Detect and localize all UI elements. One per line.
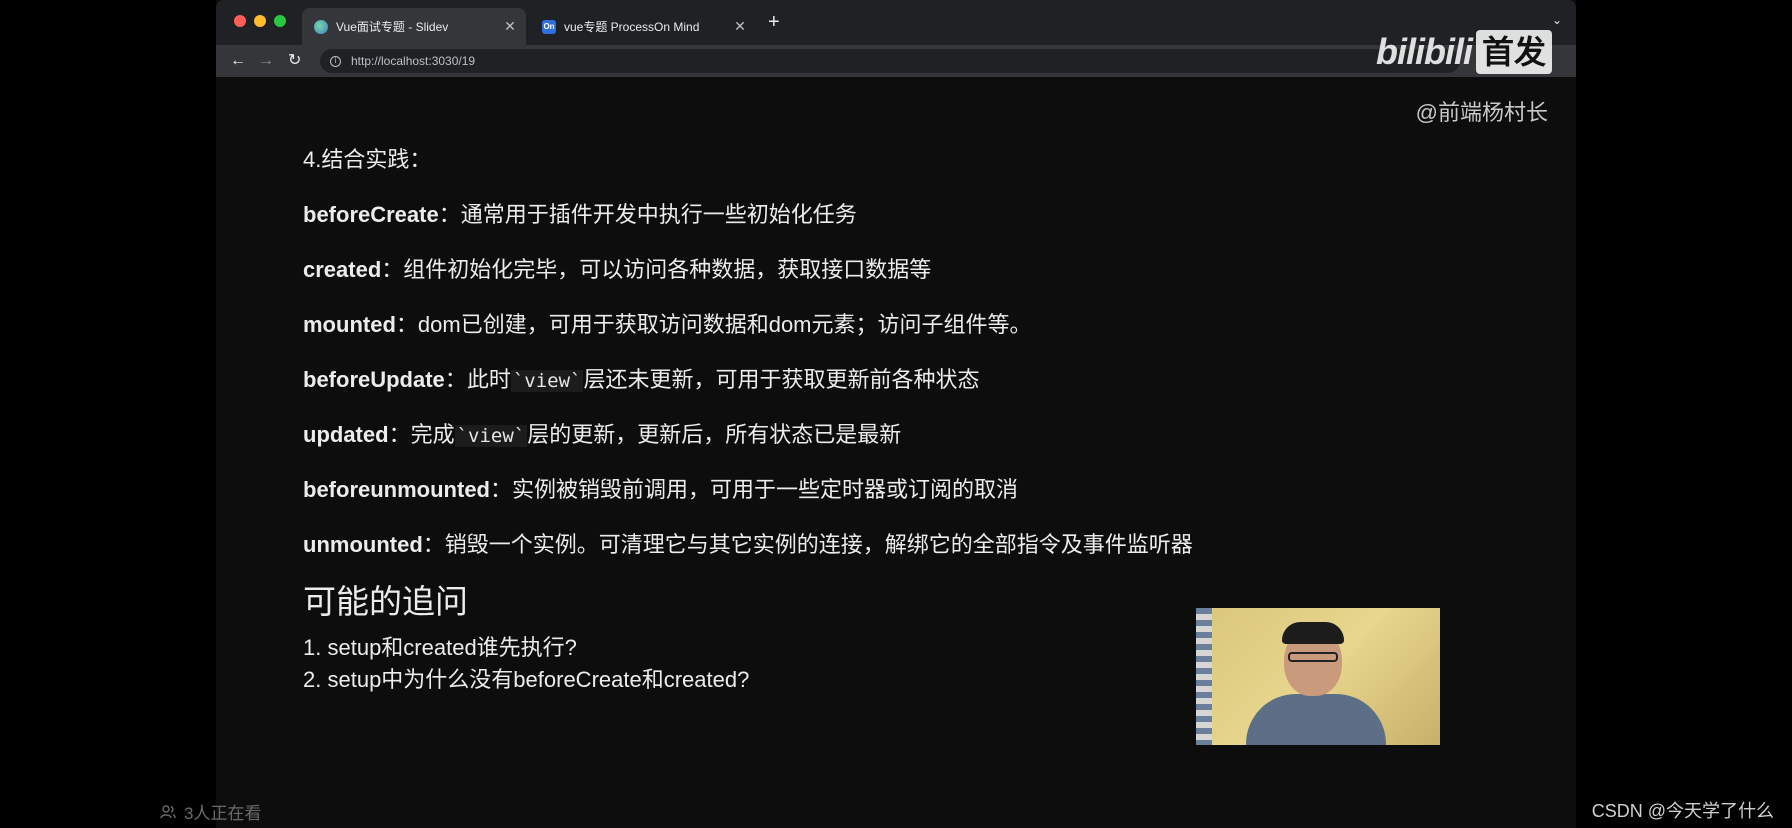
presenter-body bbox=[1246, 694, 1386, 745]
close-icon[interactable]: ✕ bbox=[500, 18, 520, 35]
reload-button[interactable]: ↻ bbox=[288, 51, 301, 71]
hook-sep: ： bbox=[444, 367, 467, 392]
hook-term: updated bbox=[303, 422, 389, 447]
chevron-down-icon[interactable]: ⌄ bbox=[1552, 13, 1562, 27]
new-tab-button[interactable]: + bbox=[768, 12, 780, 32]
hook-term: beforeCreate bbox=[303, 202, 439, 227]
hook-desc-pre: 完成 bbox=[410, 422, 455, 447]
tab-slidev[interactable]: Vue面试专题 - Slidev ✕ bbox=[302, 8, 526, 45]
address-bar[interactable]: i http://localhost:3030/19 bbox=[320, 49, 1460, 73]
back-button[interactable]: ← bbox=[230, 51, 246, 71]
hook-mounted: mounted：dom已创建，可用于获取访问数据和dom元素；访问子组件等。 bbox=[303, 310, 1503, 340]
tab-processon[interactable]: On vue专题 ProcessOn Mind ✕ bbox=[530, 8, 756, 45]
url-text: http://localhost:3030/19 bbox=[351, 54, 476, 68]
slide-heading: 4.结合实践： bbox=[303, 147, 432, 172]
first-release-badge: 首发 bbox=[1475, 30, 1552, 74]
hook-term: beforeUpdate bbox=[303, 367, 445, 392]
forward-button[interactable]: → bbox=[258, 51, 274, 71]
bilibili-watermark: bilibili 首发 bbox=[1376, 30, 1552, 74]
hook-desc: 实例被销毁前调用，可用于一些定时器或订阅的取消 bbox=[512, 477, 1019, 502]
hook-desc: dom已创建，可用于获取访问数据和dom元素；访问子组件等。 bbox=[417, 312, 1032, 337]
hook-desc-pre: 此时 bbox=[466, 367, 511, 392]
webcam-overlay bbox=[1196, 608, 1440, 745]
followup-number: 1. bbox=[303, 635, 322, 660]
webcam-background-shelf bbox=[1196, 608, 1212, 745]
slidev-icon bbox=[314, 19, 328, 34]
hook-desc: 通常用于插件开发中执行一些初始化任务 bbox=[460, 202, 857, 227]
presenter-hair bbox=[1282, 622, 1344, 644]
info-icon[interactable]: i bbox=[330, 55, 341, 67]
hook-updated: updated：完成 `view`层的更新，更新后，所有状态已是最新 bbox=[303, 420, 1503, 450]
followup-number: 2. bbox=[303, 667, 322, 692]
hook-sep: ： bbox=[388, 422, 411, 447]
screen: Vue面试专题 - Slidev ✕ On vue专题 ProcessOn Mi… bbox=[0, 0, 1792, 828]
people-icon bbox=[160, 804, 176, 818]
toolbar: ← → ↻ i http://localhost:3030/19 bbox=[216, 45, 1576, 77]
viewer-count: 3人正在看 bbox=[160, 799, 261, 824]
author-watermark: @前端杨村长 bbox=[1415, 100, 1548, 125]
hook-desc-post: 层还未更新，可用于获取更新前各种状态 bbox=[583, 367, 980, 392]
bilibili-logo: bilibili bbox=[1375, 31, 1473, 72]
tab-title: Vue面试专题 - Slidev bbox=[336, 20, 449, 34]
hook-desc: 销毁一个实例。可清理它与其它实例的连接，解绑它的全部指令及事件监听器 bbox=[444, 532, 1193, 557]
close-icon[interactable]: ✕ bbox=[730, 18, 750, 35]
hook-desc: 组件初始化完毕，可以访问各种数据，获取接口数据等 bbox=[403, 257, 932, 282]
close-window-button[interactable] bbox=[234, 15, 246, 27]
processon-icon: On bbox=[542, 19, 556, 34]
tab-title: vue专题 ProcessOn Mind bbox=[564, 20, 700, 34]
hook-unmounted: unmounted：销毁一个实例。可清理它与其它实例的连接，解绑它的全部指令及事… bbox=[303, 530, 1503, 560]
inline-code: `view` bbox=[454, 425, 528, 447]
minimize-window-button[interactable] bbox=[254, 15, 266, 27]
csdn-watermark: CSDN @今天学了什么 bbox=[1591, 801, 1774, 821]
followup-text: setup和created谁先执行? bbox=[327, 635, 577, 660]
hook-sep: ： bbox=[395, 312, 418, 337]
viewer-count-text: 3人正在看 bbox=[184, 804, 262, 823]
inline-code: `view` bbox=[510, 370, 584, 392]
hook-term: unmounted bbox=[303, 532, 423, 557]
zoom-window-button[interactable] bbox=[274, 15, 286, 27]
hook-term: beforeunmounted bbox=[303, 477, 490, 502]
hook-term: created bbox=[303, 257, 382, 282]
hook-beforeunmounted: beforeunmounted：实例被销毁前调用，可用于一些定时器或订阅的取消 bbox=[303, 475, 1503, 505]
hook-desc-post: 层的更新，更新后，所有状态已是最新 bbox=[527, 422, 902, 447]
hook-sep: ： bbox=[381, 257, 404, 282]
hook-beforecreate: beforeCreate：通常用于插件开发中执行一些初始化任务 bbox=[303, 200, 1503, 230]
hook-sep: ： bbox=[438, 202, 461, 227]
tab-bar: Vue面试专题 - Slidev ✕ On vue专题 ProcessOn Mi… bbox=[216, 0, 1576, 45]
hook-sep: ： bbox=[422, 532, 445, 557]
hook-sep: ： bbox=[490, 477, 513, 502]
hook-beforeupdate: beforeUpdate：此时 `view`层还未更新，可用于获取更新前各种状态 bbox=[303, 365, 1503, 395]
followup-text: setup中为什么没有beforeCreate和created? bbox=[327, 667, 750, 692]
presenter-glasses bbox=[1288, 652, 1338, 662]
hook-term: mounted bbox=[303, 312, 396, 337]
hook-created: created：组件初始化完毕，可以访问各种数据，获取接口数据等 bbox=[303, 255, 1503, 285]
